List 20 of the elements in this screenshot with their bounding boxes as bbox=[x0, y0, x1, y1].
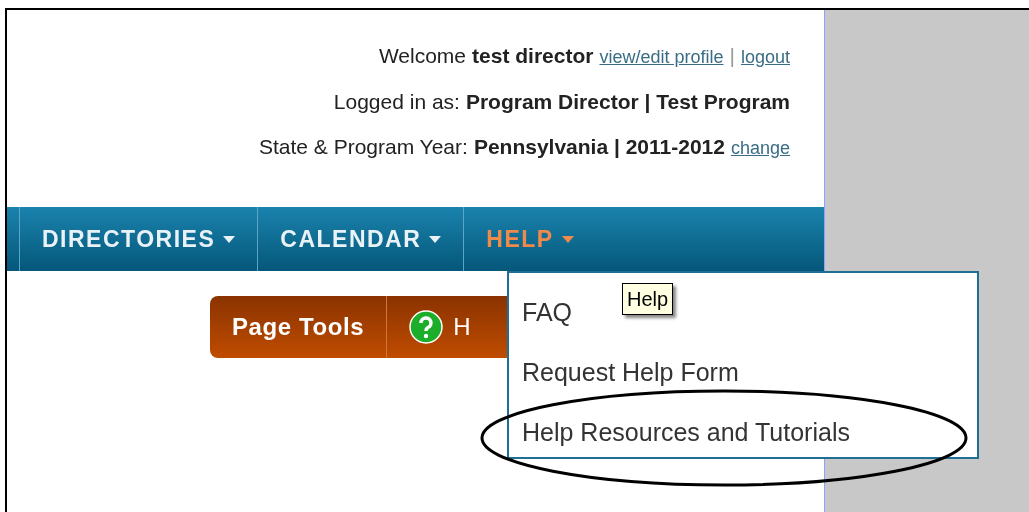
change-link[interactable]: change bbox=[730, 135, 790, 162]
caret-icon bbox=[561, 235, 574, 243]
tooltip: Help bbox=[622, 283, 674, 315]
nav-tab[interactable]: CALENDAR bbox=[257, 207, 464, 271]
profile-link[interactable]: view/edit profile bbox=[599, 44, 724, 71]
caret-icon bbox=[223, 235, 236, 243]
question-icon bbox=[409, 310, 444, 344]
role-text: Program Director | Test Program bbox=[465, 88, 790, 115]
state-text: Pennsylvania | 2011-2012 bbox=[473, 134, 725, 160]
logout-link[interactable]: logout bbox=[740, 44, 790, 71]
welcome-text: Welcome bbox=[378, 43, 467, 69]
user-name: test director bbox=[472, 43, 594, 69]
state-label: State & Program Year: bbox=[258, 134, 468, 160]
menu-item[interactable]: FAQ bbox=[522, 283, 572, 341]
caret-icon bbox=[429, 235, 442, 243]
separator-text: | bbox=[729, 43, 735, 69]
page-tools-button[interactable]: Page Tools bbox=[210, 296, 388, 358]
role-label: Logged in as: bbox=[333, 88, 460, 115]
menu-item[interactable]: Request Help Form bbox=[522, 343, 739, 401]
nav-tab[interactable]: DIRECTORIES bbox=[19, 207, 258, 271]
